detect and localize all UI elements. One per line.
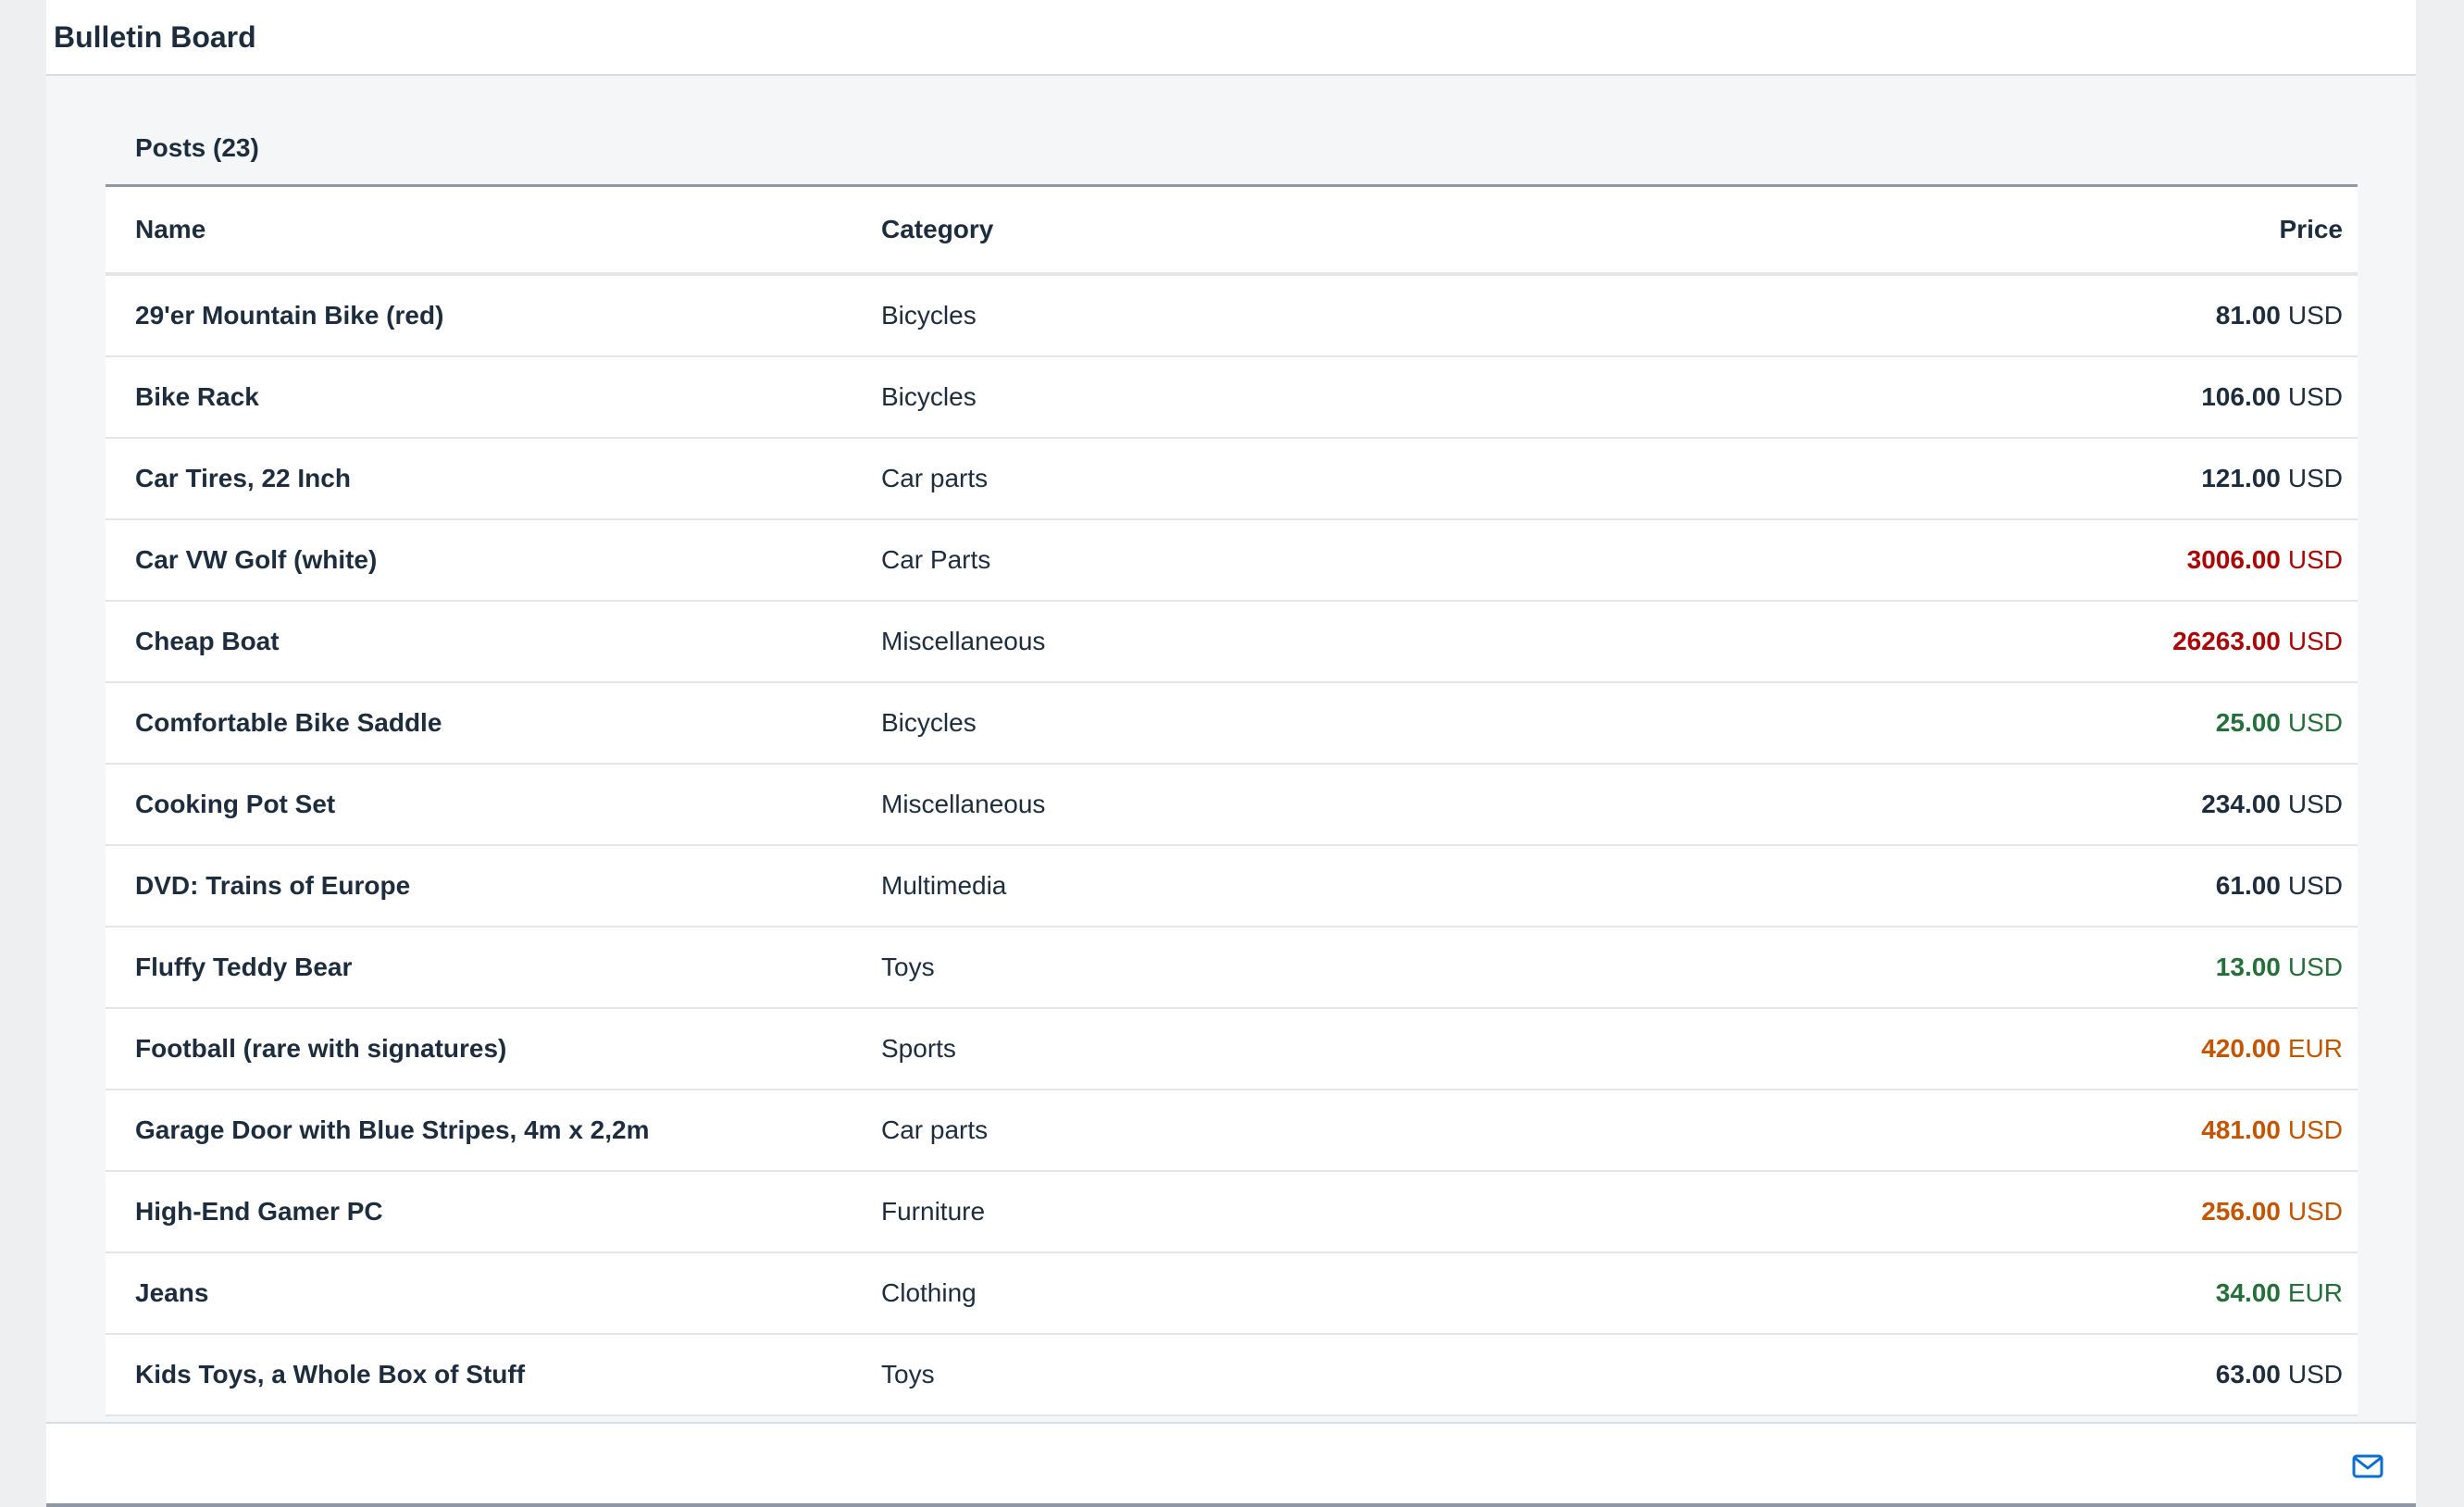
table-row[interactable]: Football (rare with signatures) Sports 420… xyxy=(106,1009,2358,1090)
post-price: 3006.00 USD xyxy=(2187,520,2343,600)
table-toolbar: Posts (23) xyxy=(106,78,2358,187)
table-row[interactable]: Bike Rack Bicycles 106.00 USD xyxy=(106,357,2358,439)
price-currency: EUR xyxy=(2287,1278,2343,1307)
price-amount: 420.00 xyxy=(2201,1034,2281,1063)
email-button[interactable] xyxy=(2346,1444,2390,1488)
post-category: Bicycles xyxy=(881,708,977,737)
price-amount: 234.00 xyxy=(2201,790,2281,818)
post-name: Car Tires, 22 Inch xyxy=(135,464,351,492)
post-category: Car Parts xyxy=(881,545,991,574)
mail-icon xyxy=(2352,1454,2383,1478)
price-amount: 13.00 xyxy=(2215,953,2281,981)
price-currency: USD xyxy=(2287,545,2343,574)
post-category: Sports xyxy=(881,1034,956,1063)
column-header-price[interactable]: Price xyxy=(2280,187,2344,272)
post-name: Fluffy Teddy Bear xyxy=(135,953,353,981)
price-amount: 26263.00 xyxy=(2172,627,2281,655)
price-currency: EUR xyxy=(2287,1034,2343,1063)
table-row[interactable]: Fluffy Teddy Bear Toys 13.00 USD xyxy=(106,928,2358,1009)
page-title: Bulletin Board xyxy=(54,20,256,54)
post-price: 34.00 EUR xyxy=(2216,1253,2343,1333)
table-row[interactable]: DVD: Trains of Europe Multimedia 61.00 USD xyxy=(106,846,2358,928)
post-category: Miscellaneous xyxy=(881,627,1046,655)
price-currency: USD xyxy=(2287,871,2343,900)
price-currency: USD xyxy=(2287,708,2343,737)
table-title: Posts (23) xyxy=(135,133,259,162)
footer-divider xyxy=(46,1503,2416,1507)
table-row[interactable]: 29'er Mountain Bike (red) Bicycles 81.00 US… xyxy=(106,276,2358,357)
table-row[interactable]: Comfortable Bike Saddle Bicycles 25.00 USD xyxy=(106,683,2358,765)
post-name: Cooking Pot Set xyxy=(135,790,336,818)
post-price: 61.00 USD xyxy=(2216,846,2343,926)
post-price: 420.00 EUR xyxy=(2201,1009,2343,1089)
price-amount: 481.00 xyxy=(2201,1115,2281,1144)
post-category: Clothing xyxy=(881,1278,977,1307)
post-name: Bike Rack xyxy=(135,382,259,411)
post-price: 234.00 USD xyxy=(2201,765,2343,844)
price-amount: 25.00 xyxy=(2215,708,2281,737)
post-price: 25.00 USD xyxy=(2216,683,2343,763)
app-shell: Bulletin Board Posts (23) Name Category … xyxy=(46,0,2416,1507)
price-currency: USD xyxy=(2287,1115,2343,1144)
price-currency: USD xyxy=(2287,1360,2343,1389)
post-category: Toys xyxy=(881,1360,935,1389)
post-name: Comfortable Bike Saddle xyxy=(135,708,442,737)
price-currency: USD xyxy=(2287,953,2343,981)
table-row[interactable]: Car VW Golf (white) Car Parts 3006.00 USD xyxy=(106,520,2358,602)
table-row[interactable]: Car Tires, 22 Inch Car parts 121.00 USD xyxy=(106,439,2358,520)
table-row[interactable]: High-End Gamer PC Furniture 256.00 USD xyxy=(106,1172,2358,1253)
posts-table-container: Posts (23) Name Category Price 29'er Mou… xyxy=(106,78,2358,1420)
price-currency: USD xyxy=(2287,627,2343,655)
price-currency: USD xyxy=(2287,790,2343,818)
price-currency: USD xyxy=(2287,382,2343,411)
post-name: Kids Toys, a Whole Box of Stuff xyxy=(135,1360,526,1389)
price-amount: 61.00 xyxy=(2215,871,2281,900)
price-currency: USD xyxy=(2287,301,2343,330)
post-category: Bicycles xyxy=(881,382,977,411)
post-name: Car VW Golf (white) xyxy=(135,545,378,574)
post-category: Miscellaneous xyxy=(881,790,1046,818)
price-amount: 3006.00 xyxy=(2186,545,2281,574)
table-row[interactable]: Kids Toys, a Whole Box of Stuff Toys 63.00… xyxy=(106,1335,2358,1416)
table-row[interactable]: Garage Door with Blue Stripes, 4m x 2,2m… xyxy=(106,1090,2358,1172)
page-header: Bulletin Board xyxy=(46,0,2416,76)
post-name: Football (rare with signatures) xyxy=(135,1034,507,1063)
price-currency: USD xyxy=(2287,1197,2343,1226)
price-amount: 63.00 xyxy=(2215,1360,2281,1389)
post-name: High-End Gamer PC xyxy=(135,1197,383,1226)
table-body: 29'er Mountain Bike (red) Bicycles 81.00 US… xyxy=(106,276,2358,1416)
post-name: Cheap Boat xyxy=(135,627,280,655)
post-price: 13.00 USD xyxy=(2216,928,2343,1007)
post-price: 481.00 USD xyxy=(2201,1090,2343,1170)
post-name: DVD: Trains of Europe xyxy=(135,871,411,900)
column-header-category[interactable]: Category xyxy=(881,187,993,272)
post-category: Car parts xyxy=(881,1115,989,1144)
price-amount: 106.00 xyxy=(2201,382,2281,411)
post-price: 26263.00 USD xyxy=(2172,602,2343,681)
price-amount: 81.00 xyxy=(2215,301,2281,330)
post-category: Multimedia xyxy=(881,871,1007,900)
post-price: 121.00 USD xyxy=(2201,439,2343,518)
post-category: Toys xyxy=(881,953,935,981)
column-header-name[interactable]: Name xyxy=(135,187,205,272)
table-row[interactable]: Cooking Pot Set Miscellaneous 234.00 USD xyxy=(106,765,2358,846)
table-row[interactable]: Cheap Boat Miscellaneous 26263.00 USD xyxy=(106,602,2358,683)
post-price: 256.00 USD xyxy=(2201,1172,2343,1252)
table-row[interactable]: Jeans Clothing 34.00 EUR xyxy=(106,1253,2358,1335)
post-category: Car parts xyxy=(881,464,989,492)
price-amount: 256.00 xyxy=(2201,1197,2281,1226)
post-name: 29'er Mountain Bike (red) xyxy=(135,301,444,330)
page-footer xyxy=(46,1422,2416,1507)
price-amount: 121.00 xyxy=(2201,464,2281,492)
post-name: Jeans xyxy=(135,1278,209,1307)
price-amount: 34.00 xyxy=(2215,1278,2281,1307)
post-name: Garage Door with Blue Stripes, 4m x 2,2m xyxy=(135,1115,650,1144)
post-category: Furniture xyxy=(881,1197,986,1226)
post-price: 81.00 USD xyxy=(2216,276,2343,355)
price-currency: USD xyxy=(2287,464,2343,492)
post-category: Bicycles xyxy=(881,301,977,330)
post-price: 106.00 USD xyxy=(2201,357,2343,437)
post-price: 63.00 USD xyxy=(2216,1335,2343,1414)
table-header-row: Name Category Price xyxy=(106,187,2358,276)
